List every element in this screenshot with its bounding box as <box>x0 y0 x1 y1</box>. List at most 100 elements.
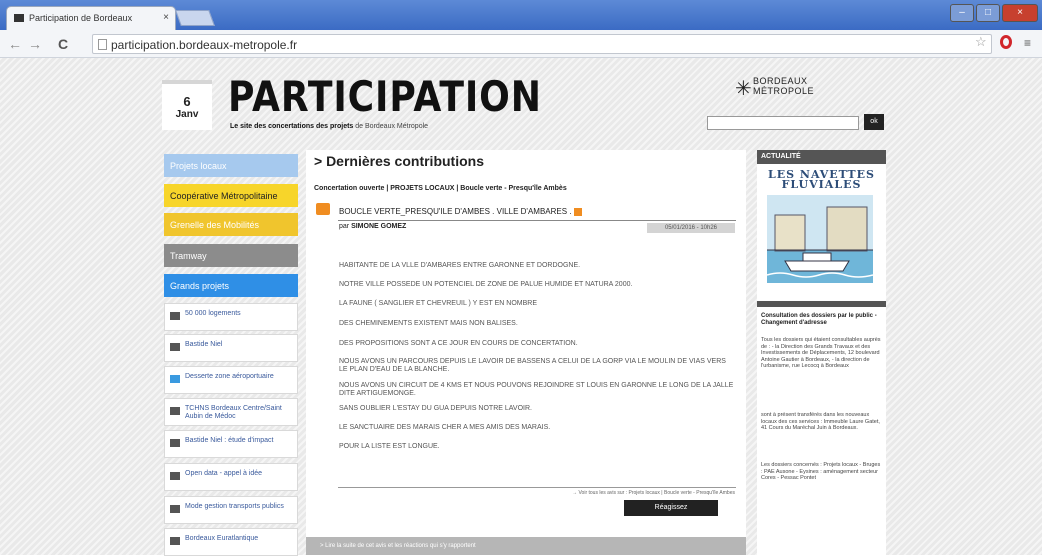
nav-item[interactable]: Grands projets <box>164 274 298 297</box>
project-label: Mode gestion transports publics <box>185 503 284 510</box>
comment-icon <box>170 312 180 320</box>
divider <box>338 487 736 488</box>
comment-icon <box>170 343 180 351</box>
section-breadcrumb[interactable]: Concertation ouverte | PROJETS LOCAUX | … <box>314 185 567 192</box>
river-shuttle-illustration <box>767 195 873 283</box>
rss-icon[interactable] <box>573 207 582 216</box>
bookmark-star-icon[interactable]: ☆ <box>975 34 987 50</box>
post-paragraph: SANS OUBLIER L'ESTAY DU GUA DEPUIS NOTRE… <box>339 405 532 412</box>
nav-item[interactable]: Tramway <box>164 244 298 267</box>
post-date: 05/01/2016 - 10h26 <box>647 223 735 233</box>
read-more-link[interactable]: > Lire la suite de cet avis et les réact… <box>306 537 746 555</box>
browser-titlebar: Participation de Bordeaux × – □ × <box>0 0 1042 30</box>
address-bar[interactable]: participation.bordeaux-metropole.fr <box>92 34 992 54</box>
nav-item[interactable]: Grenelle des Mobilités <box>164 213 298 236</box>
maximize-button[interactable]: □ <box>976 4 1000 22</box>
post-paragraph: POUR LA LISTE EST LONGUE. <box>339 443 440 450</box>
project-label: Bastide Niel <box>185 341 223 348</box>
author-prefix: par <box>339 223 352 230</box>
reply-button[interactable]: Réagissez <box>624 500 718 516</box>
date-badge: 6 Janv <box>162 80 212 130</box>
back-arrow-icon[interactable]: ← <box>8 36 22 52</box>
project-item[interactable]: Bastide Niel : étude d'impact <box>164 430 298 458</box>
main-content: > Dernières contributions Concertation o… <box>306 150 746 555</box>
navettes-promo[interactable]: LES NAVETTES FLUVIALES <box>761 169 882 284</box>
project-label: Bordeaux Euratlantique <box>185 535 259 542</box>
date-month: Janv <box>175 109 199 120</box>
page-body: 6 Janv PARTICIPATION Le site des concert… <box>0 58 1042 556</box>
browser-tab[interactable]: Participation de Bordeaux × <box>6 6 176 30</box>
search-input[interactable] <box>707 116 859 130</box>
post-paragraph: NOTRE VILLE POSSEDE UN POTENCIEL DE ZONE… <box>339 281 633 288</box>
comment-icon <box>170 472 180 480</box>
news-paragraph-1: Tous les dossiers qui étaient consultabl… <box>761 337 881 369</box>
news-paragraph-2: sont à présent transférés dans les nouve… <box>761 412 880 431</box>
post-paragraph: DES PROPOSITIONS SONT A CE JOUR EN COURS… <box>339 340 578 347</box>
logo-line-2: MÉTROPOLE <box>753 86 815 96</box>
nav-item[interactable]: Projets locaux <box>164 154 298 177</box>
tagline-rest: de Bordeaux Métropole <box>353 123 429 130</box>
tab-title: Participation de Bordeaux <box>29 13 133 23</box>
project-label: 50 000 logements <box>185 310 241 317</box>
project-item[interactable]: Desserte zone aéroportuaire <box>164 366 298 394</box>
logo-line-1: BORDEAUX <box>753 76 808 86</box>
site-tagline: Le site des concertations des projets de… <box>230 123 428 130</box>
post-paragraph: NOUS AVONS UN PARCOURS DEPUIS LE LAVOIR … <box>339 358 726 373</box>
post-paragraph: LA FAUNE ( SANGLIER ET CHEVREUIL ) Y EST… <box>339 300 537 307</box>
divider <box>338 220 736 221</box>
page-icon <box>98 39 107 50</box>
post-paragraph: NOUS AVONS UN CIRCUIT DE 4 KMS ET NOUS P… <box>339 382 734 397</box>
bordeaux-metropole-logo[interactable]: ✳ BORDEAUX MÉTROPOLE <box>735 74 855 102</box>
news-title[interactable]: Consultation des dossiers par le public … <box>761 313 882 327</box>
promo-line-2: FLUVIALES <box>781 178 862 191</box>
post-paragraph: DES CHEMINEMENTS EXISTENT MAIS NON BALIS… <box>339 320 518 327</box>
section-title: > Dernières contributions <box>314 153 484 169</box>
comment-blue-icon <box>170 375 180 383</box>
post-title-text[interactable]: BOUCLE VERTE_PRESQU'ILE D'AMBES . VILLE … <box>339 207 572 216</box>
author-name: SIMONE GOMEZ <box>351 223 407 230</box>
search-ok-button[interactable]: ok <box>864 114 884 130</box>
minimize-button[interactable]: – <box>950 4 974 22</box>
reload-icon[interactable]: C <box>58 36 68 52</box>
comment-icon <box>170 407 180 415</box>
project-item[interactable]: Bordeaux Euratlantique <box>164 528 298 556</box>
project-item[interactable]: Bastide Niel <box>164 334 298 362</box>
forward-arrow-icon[interactable]: → <box>28 36 42 52</box>
close-window-button[interactable]: × <box>1002 4 1038 22</box>
comment-icon <box>170 505 180 513</box>
site-title[interactable]: PARTICIPATION <box>228 72 542 121</box>
post-title[interactable]: BOUCLE VERTE_PRESQU'ILE D'AMBES . VILLE … <box>339 207 582 216</box>
new-tab-button[interactable] <box>175 10 215 26</box>
tab-close-icon[interactable]: × <box>163 12 169 23</box>
sidebar-heading: ACTUALITÉ <box>757 150 886 164</box>
post-author: par SIMONE GOMEZ <box>339 223 406 230</box>
project-label: TCHNS Bordeaux Centre/Saint Aubin de Méd… <box>185 405 282 420</box>
comment-orange-icon <box>316 203 330 215</box>
logo-text: BORDEAUX MÉTROPOLE <box>753 76 814 96</box>
favicon-icon <box>14 14 24 22</box>
news-sidebar: ACTUALITÉ LES NAVETTES FLUVIALES Consult… <box>757 150 886 555</box>
logo-star-icon: ✳ <box>735 78 752 100</box>
post-paragraph: LE SANCTUAIRE DES MARAIS CHER A MES AMIS… <box>339 424 551 431</box>
comment-icon <box>170 439 180 447</box>
all-opinions-link[interactable]: → Voir tous les avis sur : Projets locau… <box>572 490 735 496</box>
comment-icon <box>170 537 180 545</box>
project-item[interactable]: Mode gestion transports publics <box>164 496 298 524</box>
post-paragraph: HABITANTE DE LA VLLE D'AMBARES ENTRE GAR… <box>339 262 581 269</box>
divider <box>757 301 886 307</box>
menu-icon[interactable]: ≡ <box>1024 36 1031 50</box>
project-label: Desserte zone aéroportuaire <box>185 373 274 380</box>
project-label: Bastide Niel : étude d'impact <box>185 437 274 444</box>
nav-item[interactable]: Coopérative Métropolitaine <box>164 184 298 207</box>
news-paragraph-3: Les dossiers concernés : Projets locaux … <box>761 462 881 481</box>
promo-title: LES NAVETTES FLUVIALES <box>761 169 882 191</box>
project-item[interactable]: Open data - appel à idée <box>164 463 298 491</box>
tagline-bold: Le site des concertations des projets <box>230 123 354 130</box>
date-day: 6 <box>183 94 191 109</box>
url-text: participation.bordeaux-metropole.fr <box>111 38 298 52</box>
browser-toolbar: ← → C participation.bordeaux-metropole.f… <box>0 30 1042 58</box>
project-item[interactable]: TCHNS Bordeaux Centre/Saint Aubin de Méd… <box>164 398 298 426</box>
project-item[interactable]: 50 000 logements <box>164 303 298 331</box>
opera-extension-icon[interactable] <box>1000 35 1012 49</box>
project-label: Open data - appel à idée <box>185 470 263 477</box>
